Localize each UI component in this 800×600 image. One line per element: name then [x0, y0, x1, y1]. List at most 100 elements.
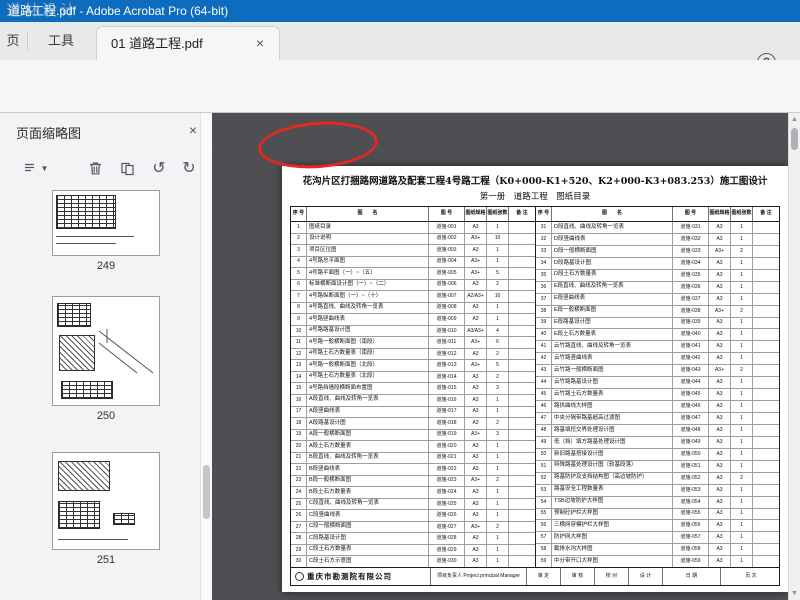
catalog-row: 10 4号路路基设计图 道施-010 A3/A3+ 4	[291, 325, 535, 338]
catalog-cell: 38	[536, 305, 552, 317]
extract-pages-icon[interactable]	[114, 155, 140, 181]
rotate-cw-icon[interactable]: ↻	[176, 155, 202, 181]
catalog-cell: D段一般横断面图	[552, 245, 673, 257]
catalog-row: 56 三横网穿模护栏大样图 道施-056 A3 1	[536, 520, 779, 533]
catalog-cell: 29	[291, 544, 307, 556]
catalog-cell: A3	[709, 413, 731, 424]
close-tab-icon[interactable]: ×	[251, 35, 269, 53]
catalog-cell: 45	[536, 389, 552, 401]
catalog-cell	[509, 383, 535, 394]
catalog-cell: 1	[731, 544, 753, 556]
document-tab-label: 01 道路工程.pdf	[111, 36, 203, 51]
catalog-row: 4 4号路总平面图 道施-004 A3+ 1	[291, 256, 535, 269]
catalog-cell: 30	[291, 556, 307, 567]
catalog-cell: 47	[536, 413, 552, 424]
catalog-cell: 27	[291, 521, 307, 533]
catalog-cell: A3	[709, 448, 731, 460]
catalog-cell: 道施-020	[429, 441, 465, 452]
table-header-cell: 图 名	[552, 207, 673, 221]
document-canvas-area: 花沟片区打捆路网道路及配套工程4号路工程（K0+000-K1+520、K2+00…	[213, 113, 788, 600]
catalog-cell: 道施-059	[673, 556, 709, 568]
table-header-cell: 图纸规格	[709, 207, 731, 221]
table-header-cell: 图纸规格	[465, 207, 487, 221]
catalog-cell: 1	[487, 544, 509, 556]
catalog-cell: A3	[465, 406, 487, 418]
catalog-cell: 2	[487, 475, 509, 487]
catalog-cell: 道施-057	[673, 532, 709, 544]
catalog-cell: 道施-058	[673, 544, 709, 556]
catalog-cell: 道施-035	[673, 269, 709, 281]
catalog-cell: 道施-050	[673, 448, 709, 460]
catalog-cell	[753, 222, 779, 233]
table-header-cell: 备 注	[516, 210, 528, 217]
catalog-cell: 41	[536, 341, 552, 353]
catalog-cell	[509, 464, 535, 475]
catalog-cell: 1	[731, 353, 753, 365]
catalog-cell: 道施-048	[673, 424, 709, 436]
catalog-cell	[509, 499, 535, 510]
catalog-cell: 24	[291, 487, 307, 498]
catalog-cell	[753, 246, 779, 257]
catalog-cell: A3	[709, 484, 731, 496]
catalog-row: 12 4号路土石方数量表（南段） 道施-012 A3 2	[291, 348, 535, 361]
catalog-row: 21 B段直线、曲线及转角一览表 道施-021 A3 1	[291, 452, 535, 465]
document-scrollbar[interactable]: ▲ ▼	[788, 113, 800, 600]
catalog-cell: 6	[291, 279, 307, 291]
scrollbar-thumb[interactable]	[791, 128, 798, 150]
catalog-cell: 1	[487, 510, 509, 521]
catalog-cell: 道施-023	[429, 475, 465, 487]
catalog-cell: 道施-033	[673, 245, 709, 257]
tab-document[interactable]: 01 道路工程.pdf ×	[96, 26, 280, 60]
acrobat-window: 道路工程.pdf - Adobe Acrobat Pro (64-bit) 道林…	[0, 0, 800, 600]
panel-scrollbar[interactable]	[200, 113, 212, 600]
catalog-cell	[753, 401, 779, 412]
catalog-cell: 5	[291, 268, 307, 279]
catalog-cell: 28	[291, 533, 307, 544]
rotate-ccw-icon[interactable]: ↺	[146, 155, 172, 181]
catalog-cell: B段土石方数量表	[307, 487, 429, 498]
catalog-cell: 新旧路基搭接设计图	[552, 448, 673, 460]
tab-tools[interactable]: 工具	[30, 22, 92, 60]
page-thumbnail-251[interactable]	[52, 452, 160, 550]
page-thumbnail-249[interactable]	[52, 190, 160, 256]
company-cell: 重庆市勘测院有限公司	[291, 568, 431, 585]
catalog-cell: A3	[709, 377, 731, 389]
catalog-cell: E段土石方数量表	[552, 329, 673, 341]
catalog-cell: 1	[487, 256, 509, 268]
page-thumbnail-250[interactable]	[52, 296, 160, 406]
catalog-row: 57 防护网大样图 道施-057 A3 1	[536, 532, 779, 545]
catalog-cell: 16	[291, 394, 307, 406]
catalog-cell: 1	[731, 508, 753, 520]
catalog-cell	[509, 291, 535, 302]
catalog-cell: 55	[536, 508, 552, 520]
catalog-cell: 5	[487, 360, 509, 371]
catalog-cell: 21	[291, 452, 307, 464]
catalog-cell: A3+	[465, 429, 487, 441]
thumbnail-options-icon[interactable]: ▼	[18, 155, 52, 181]
catalog-cell: 43	[536, 365, 552, 377]
panel-scrollbar-thumb[interactable]	[203, 465, 210, 519]
catalog-cell: C段土石方示意图	[307, 556, 429, 567]
scrollbar-up-arrow[interactable]: ▲	[789, 113, 800, 126]
catalog-cell: 2	[731, 472, 753, 484]
main-toolbar: ☆ / 306 37.7% ▼	[0, 60, 800, 173]
delete-pages-icon[interactable]	[82, 155, 108, 181]
catalog-cell: 25	[291, 498, 307, 510]
catalog-cell: 道施-004	[429, 256, 465, 268]
catalog-row: 43 云竹路一般横断面图 道施-043 A3+ 2	[536, 365, 779, 378]
catalog-cell: 道施-018	[429, 418, 465, 429]
tab-home[interactable]: 页	[0, 22, 26, 60]
catalog-cell: A3	[465, 533, 487, 544]
thumbnail-sketch	[57, 303, 91, 327]
catalog-header-row: 序 号图 名图 号图纸规格 图纸张数备 注	[536, 207, 779, 222]
catalog-row: 38 E段一般横断面图 道施-038 A3+ 2	[536, 305, 779, 318]
catalog-cell	[509, 372, 535, 383]
catalog-cell	[509, 487, 535, 498]
catalog-cell: 防护网大样图	[552, 532, 673, 544]
scrollbar-down-arrow[interactable]: ▼	[789, 587, 800, 600]
catalog-cell: D段土石方数量表	[552, 269, 673, 281]
catalog-row: 1 图纸目录 道施-001 A3 1	[291, 222, 535, 234]
title-block: 重庆市勘测院有限公司 项目负责人 Project principal Manag…	[290, 568, 780, 586]
catalog-cell: A3	[709, 329, 731, 341]
catalog-cell: 11	[291, 337, 307, 348]
